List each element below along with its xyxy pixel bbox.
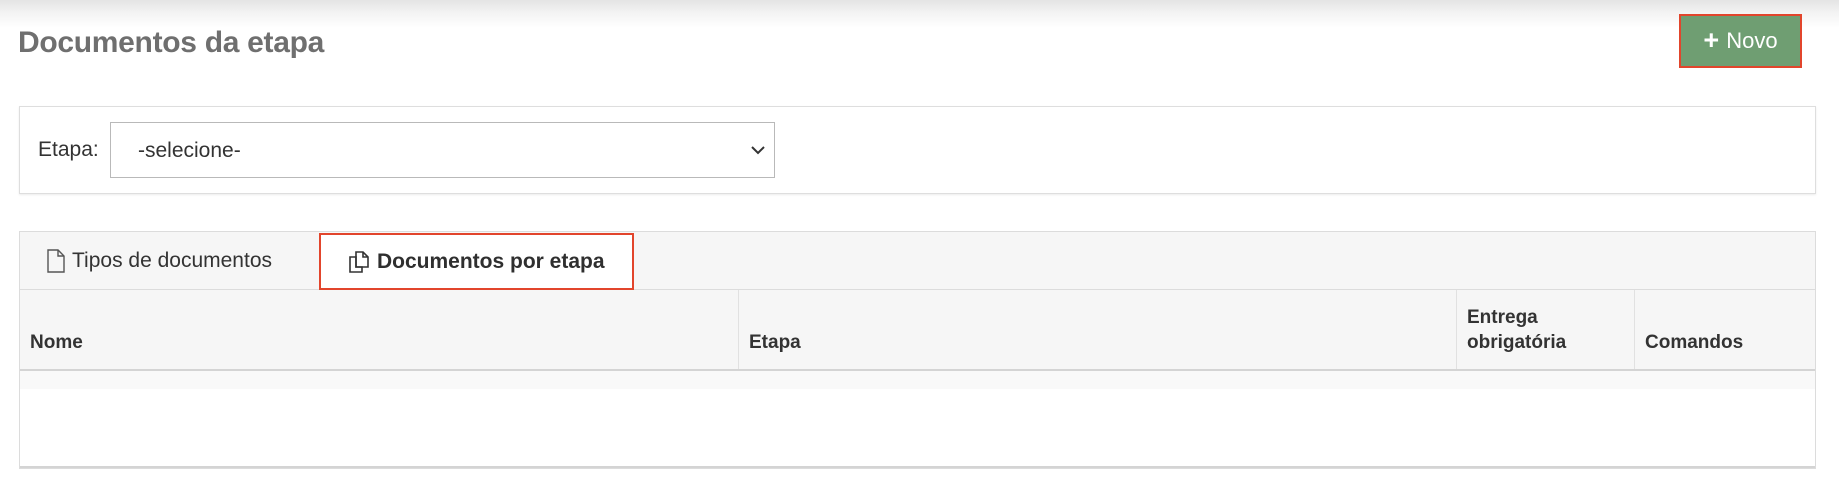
etapa-label: Etapa: xyxy=(38,138,99,161)
chevron-down-icon xyxy=(751,146,765,155)
column-header-nome[interactable]: Nome xyxy=(20,290,739,369)
tab-documentos-por-etapa[interactable]: Documentos por etapa xyxy=(319,233,634,290)
tab-strip: Tipos de documentos Documentos por etapa xyxy=(20,232,1815,290)
page-title: Documentos da etapa xyxy=(18,26,325,59)
grid-header: Nome Etapa Entrega obrigatória Comandos xyxy=(20,290,1815,371)
column-header-comandos-label: Comandos xyxy=(1645,332,1744,353)
grid-bottom-border xyxy=(20,466,1815,468)
column-header-etapa-label: Etapa xyxy=(749,332,801,353)
tab-tipos-de-documentos[interactable]: Tipos de documentos xyxy=(46,232,272,290)
tab-documentos-por-etapa-label: Documentos por etapa xyxy=(377,249,605,273)
top-shadow xyxy=(0,0,1839,28)
new-button-label: Novo xyxy=(1726,28,1778,53)
filter-panel: Etapa: -selecione- xyxy=(19,106,1816,194)
column-header-etapa[interactable]: Etapa xyxy=(739,290,1457,369)
column-header-comandos: Comandos xyxy=(1635,290,1815,369)
new-button[interactable]: + Novo xyxy=(1679,14,1802,68)
etapa-select[interactable]: -selecione- xyxy=(110,122,775,178)
plus-icon: + xyxy=(1703,24,1720,55)
documents-copy-icon xyxy=(349,250,369,273)
tabs-panel: Tipos de documentos Documentos por etapa… xyxy=(19,231,1816,469)
column-header-nome-label: Nome xyxy=(30,332,83,353)
grid-empty-stripe xyxy=(20,371,1815,389)
document-icon xyxy=(47,249,65,273)
etapa-select-value: -selecione- xyxy=(138,139,241,162)
column-header-entrega-obrigatoria[interactable]: Entrega obrigatória xyxy=(1457,290,1635,369)
column-header-entrega-obrigatoria-label: Entrega obrigatória xyxy=(1467,307,1567,353)
grid-body xyxy=(20,371,1815,468)
tab-tipos-de-documentos-label: Tipos de documentos xyxy=(72,249,273,272)
